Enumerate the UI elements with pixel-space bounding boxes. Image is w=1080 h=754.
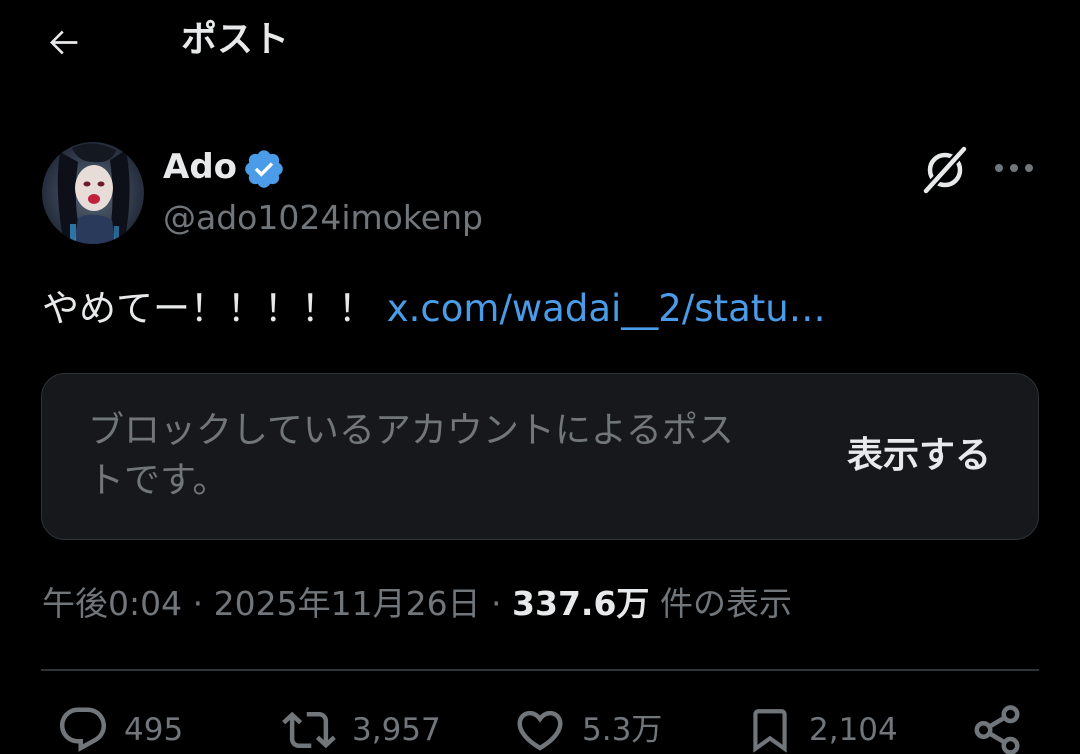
post-link[interactable]: x.com/wadai__2/statu… <box>387 287 826 330</box>
page-title: ポスト <box>181 19 290 60</box>
reply-count: 495 <box>124 712 184 748</box>
share-button[interactable] <box>970 702 1024 754</box>
reply-icon <box>59 707 107 752</box>
repost-count: 3,957 <box>352 712 441 748</box>
grok-icon <box>922 145 968 195</box>
repost-icon <box>282 711 336 749</box>
author-handle[interactable]: @ado1024imokenp <box>163 196 483 240</box>
bookmark-button[interactable]: 2,104 <box>745 702 898 754</box>
more-options-button[interactable] <box>988 148 1040 188</box>
share-icon <box>974 705 1020 754</box>
arrow-left-icon <box>50 30 78 55</box>
show-button[interactable]: 表示する <box>847 432 991 480</box>
post-body: やめてー！！！！！ <box>42 287 375 330</box>
post-time[interactable]: 午後0:04 <box>42 584 182 623</box>
like-count: 5.3万 <box>582 712 663 748</box>
more-horizontal-icon <box>995 164 1033 172</box>
post-meta: 午後0:04 · 2025年11月26日 · 337.6万 件の表示 <box>42 584 792 623</box>
bookmark-icon <box>753 709 787 753</box>
grok-button[interactable] <box>918 145 972 195</box>
blocked-quote-card: ブロックしているアカウントによるポストです。 表示する <box>41 373 1039 540</box>
view-label: 件の表示 <box>659 584 792 623</box>
divider <box>41 669 1039 671</box>
avatar-image <box>42 142 144 244</box>
view-count: 337.6万 <box>512 584 650 623</box>
author-name[interactable]: Ado <box>163 145 237 189</box>
blocked-message: ブロックしているアカウントによるポストです。 <box>88 410 734 501</box>
bookmark-count: 2,104 <box>809 712 898 748</box>
avatar[interactable] <box>42 142 144 244</box>
heart-icon <box>517 710 563 751</box>
verified-badge-icon <box>242 147 286 191</box>
like-button[interactable]: 5.3万 <box>512 702 662 754</box>
repost-button[interactable]: 3,957 <box>280 702 441 754</box>
reply-button[interactable]: 495 <box>56 702 183 754</box>
post-text: やめてー！！！！！ x.com/wadai__2/statu… <box>42 283 826 335</box>
post-date[interactable]: 2025年11月26日 <box>214 584 481 623</box>
back-button[interactable] <box>40 18 88 66</box>
top-bar: ポスト <box>0 0 1080 90</box>
